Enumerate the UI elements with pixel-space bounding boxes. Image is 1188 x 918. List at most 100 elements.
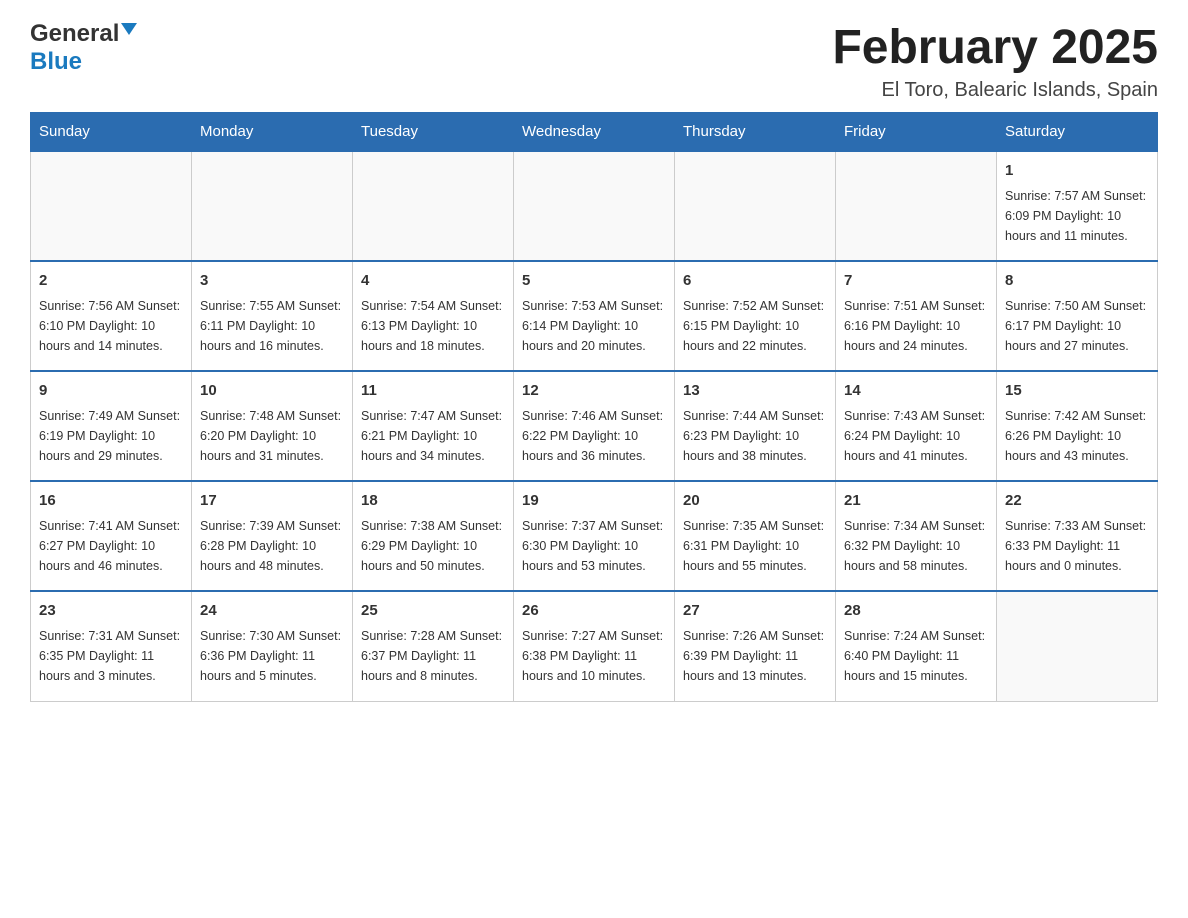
day-number: 2 xyxy=(39,270,183,293)
day-number: 9 xyxy=(39,380,183,403)
logo-arrow-icon xyxy=(121,23,137,35)
day-info: Sunrise: 7:57 AM Sunset: 6:09 PM Dayligh… xyxy=(1005,186,1149,246)
calendar-cell: 12 Sunrise: 7:46 AM Sunset: 6:22 PM Dayli… xyxy=(514,371,675,481)
calendar-cell: 17 Sunrise: 7:39 AM Sunset: 6:28 PM Dayli… xyxy=(192,481,353,591)
day-number: 20 xyxy=(683,490,827,513)
day-info: Sunrise: 7:35 AM Sunset: 6:31 PM Dayligh… xyxy=(683,516,827,576)
day-number: 7 xyxy=(844,270,988,293)
day-number: 19 xyxy=(522,490,666,513)
day-number: 8 xyxy=(1005,270,1149,293)
day-info: Sunrise: 7:34 AM Sunset: 6:32 PM Dayligh… xyxy=(844,516,988,576)
day-number: 5 xyxy=(522,270,666,293)
calendar-cell xyxy=(514,151,675,261)
day-number: 28 xyxy=(844,600,988,623)
location-subtitle: El Toro, Balearic Islands, Spain xyxy=(832,79,1158,102)
day-number: 1 xyxy=(1005,160,1149,183)
calendar-cell: 9 Sunrise: 7:49 AM Sunset: 6:19 PM Daylig… xyxy=(31,371,192,481)
day-number: 14 xyxy=(844,380,988,403)
day-info: Sunrise: 7:52 AM Sunset: 6:15 PM Dayligh… xyxy=(683,296,827,356)
title-section: February 2025 El Toro, Balearic Islands,… xyxy=(832,20,1158,102)
day-info: Sunrise: 7:42 AM Sunset: 6:26 PM Dayligh… xyxy=(1005,406,1149,466)
calendar-cell: 8 Sunrise: 7:50 AM Sunset: 6:17 PM Daylig… xyxy=(997,261,1158,371)
calendar-cell: 14 Sunrise: 7:43 AM Sunset: 6:24 PM Dayli… xyxy=(836,371,997,481)
calendar-week-row: 9 Sunrise: 7:49 AM Sunset: 6:19 PM Daylig… xyxy=(31,371,1158,481)
day-number: 12 xyxy=(522,380,666,403)
calendar-cell: 7 Sunrise: 7:51 AM Sunset: 6:16 PM Daylig… xyxy=(836,261,997,371)
calendar-cell: 26Sunrise: 7:27 AM Sunset: 6:38 PM Dayli… xyxy=(514,591,675,701)
day-info: Sunrise: 7:28 AM Sunset: 6:37 PM Dayligh… xyxy=(361,626,505,686)
calendar-cell: 3Sunrise: 7:55 AM Sunset: 6:11 PM Daylig… xyxy=(192,261,353,371)
calendar-cell: 22 Sunrise: 7:33 AM Sunset: 6:33 PM Dayli… xyxy=(997,481,1158,591)
calendar-cell: 18 Sunrise: 7:38 AM Sunset: 6:29 PM Dayli… xyxy=(353,481,514,591)
day-of-week-header: Monday xyxy=(192,113,353,152)
day-number: 26 xyxy=(522,600,666,623)
day-number: 17 xyxy=(200,490,344,513)
day-number: 15 xyxy=(1005,380,1149,403)
day-of-week-header: Tuesday xyxy=(353,113,514,152)
day-of-week-header: Saturday xyxy=(997,113,1158,152)
calendar-cell: 25 Sunrise: 7:28 AM Sunset: 6:37 PM Dayli… xyxy=(353,591,514,701)
calendar-cell: 15 Sunrise: 7:42 AM Sunset: 6:26 PM Dayli… xyxy=(997,371,1158,481)
day-info: Sunrise: 7:33 AM Sunset: 6:33 PM Dayligh… xyxy=(1005,516,1149,576)
day-info: Sunrise: 7:46 AM Sunset: 6:22 PM Dayligh… xyxy=(522,406,666,466)
day-info: Sunrise: 7:50 AM Sunset: 6:17 PM Dayligh… xyxy=(1005,296,1149,356)
calendar-cell: 11 Sunrise: 7:47 AM Sunset: 6:21 PM Dayli… xyxy=(353,371,514,481)
calendar-cell: 10 Sunrise: 7:48 AM Sunset: 6:20 PM Dayli… xyxy=(192,371,353,481)
day-number: 10 xyxy=(200,380,344,403)
day-of-week-header: Sunday xyxy=(31,113,192,152)
day-number: 27 xyxy=(683,600,827,623)
day-number: 22 xyxy=(1005,490,1149,513)
calendar-cell xyxy=(31,151,192,261)
day-info: Sunrise: 7:51 AM Sunset: 6:16 PM Dayligh… xyxy=(844,296,988,356)
calendar-cell: 19 Sunrise: 7:37 AM Sunset: 6:30 PM Dayli… xyxy=(514,481,675,591)
day-info: Sunrise: 7:49 AM Sunset: 6:19 PM Dayligh… xyxy=(39,406,183,466)
calendar-cell: 23 Sunrise: 7:31 AM Sunset: 6:35 PM Dayli… xyxy=(31,591,192,701)
day-info: Sunrise: 7:31 AM Sunset: 6:35 PM Dayligh… xyxy=(39,626,183,686)
calendar-cell xyxy=(192,151,353,261)
day-info: Sunrise: 7:37 AM Sunset: 6:30 PM Dayligh… xyxy=(522,516,666,576)
day-number: 18 xyxy=(361,490,505,513)
day-info: Sunrise: 7:39 AM Sunset: 6:28 PM Dayligh… xyxy=(200,516,344,576)
calendar-cell xyxy=(997,591,1158,701)
calendar-cell xyxy=(675,151,836,261)
day-info: Sunrise: 7:47 AM Sunset: 6:21 PM Dayligh… xyxy=(361,406,505,466)
calendar-cell: 6 Sunrise: 7:52 AM Sunset: 6:15 PM Daylig… xyxy=(675,261,836,371)
calendar-cell: 27 Sunrise: 7:26 AM Sunset: 6:39 PM Dayli… xyxy=(675,591,836,701)
calendar-cell: 4Sunrise: 7:54 AM Sunset: 6:13 PM Daylig… xyxy=(353,261,514,371)
day-info: Sunrise: 7:38 AM Sunset: 6:29 PM Dayligh… xyxy=(361,516,505,576)
day-number: 21 xyxy=(844,490,988,513)
day-info: Sunrise: 7:41 AM Sunset: 6:27 PM Dayligh… xyxy=(39,516,183,576)
logo-blue-text: Blue xyxy=(30,48,82,75)
calendar-cell: 13 Sunrise: 7:44 AM Sunset: 6:23 PM Dayli… xyxy=(675,371,836,481)
day-number: 23 xyxy=(39,600,183,623)
calendar-week-row: 16Sunrise: 7:41 AM Sunset: 6:27 PM Dayli… xyxy=(31,481,1158,591)
calendar-cell: 24Sunrise: 7:30 AM Sunset: 6:36 PM Dayli… xyxy=(192,591,353,701)
day-info: Sunrise: 7:48 AM Sunset: 6:20 PM Dayligh… xyxy=(200,406,344,466)
logo: General Blue xyxy=(30,20,137,76)
day-number: 25 xyxy=(361,600,505,623)
calendar-week-row: 2 Sunrise: 7:56 AM Sunset: 6:10 PM Daylig… xyxy=(31,261,1158,371)
day-info: Sunrise: 7:55 AM Sunset: 6:11 PM Dayligh… xyxy=(200,296,344,356)
calendar-cell: 1 Sunrise: 7:57 AM Sunset: 6:09 PM Daylig… xyxy=(997,151,1158,261)
day-of-week-header: Thursday xyxy=(675,113,836,152)
day-number: 13 xyxy=(683,380,827,403)
day-info: Sunrise: 7:44 AM Sunset: 6:23 PM Dayligh… xyxy=(683,406,827,466)
day-of-week-header: Wednesday xyxy=(514,113,675,152)
day-number: 6 xyxy=(683,270,827,293)
page-header: General Blue February 2025 El Toro, Bale… xyxy=(30,20,1158,102)
calendar-cell: 16Sunrise: 7:41 AM Sunset: 6:27 PM Dayli… xyxy=(31,481,192,591)
calendar-cell xyxy=(836,151,997,261)
day-info: Sunrise: 7:26 AM Sunset: 6:39 PM Dayligh… xyxy=(683,626,827,686)
calendar-table: SundayMondayTuesdayWednesdayThursdayFrid… xyxy=(30,112,1158,702)
day-info: Sunrise: 7:30 AM Sunset: 6:36 PM Dayligh… xyxy=(200,626,344,686)
calendar-week-row: 23 Sunrise: 7:31 AM Sunset: 6:35 PM Dayli… xyxy=(31,591,1158,701)
day-info: Sunrise: 7:56 AM Sunset: 6:10 PM Dayligh… xyxy=(39,296,183,356)
day-number: 11 xyxy=(361,380,505,403)
logo-general-text: General xyxy=(30,20,119,48)
calendar-cell: 2 Sunrise: 7:56 AM Sunset: 6:10 PM Daylig… xyxy=(31,261,192,371)
day-info: Sunrise: 7:43 AM Sunset: 6:24 PM Dayligh… xyxy=(844,406,988,466)
calendar-cell: 28Sunrise: 7:24 AM Sunset: 6:40 PM Dayli… xyxy=(836,591,997,701)
day-info: Sunrise: 7:53 AM Sunset: 6:14 PM Dayligh… xyxy=(522,296,666,356)
month-title: February 2025 xyxy=(832,20,1158,75)
calendar-cell xyxy=(353,151,514,261)
